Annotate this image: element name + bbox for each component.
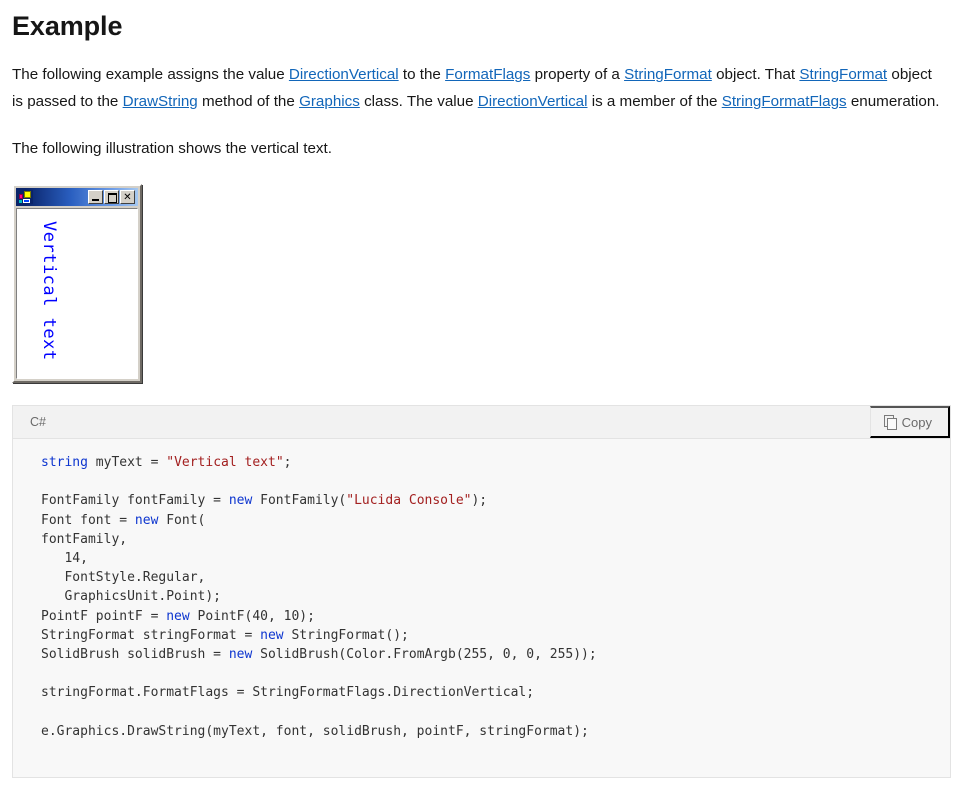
code-block: C# Copy string myText = "Vertical text";… [12, 405, 951, 779]
doc-link[interactable]: FormatFlags [445, 66, 530, 83]
application-icon [18, 190, 33, 204]
code-keyword: new [134, 512, 159, 528]
code-keyword: new [260, 627, 284, 643]
paragraph-text: The following example assigns the value [12, 66, 289, 83]
code-keyword: string [41, 455, 88, 470]
paragraph-text: method of the [197, 93, 300, 110]
code-plain: ); [471, 493, 488, 509]
code-plain: 14, [41, 551, 88, 567]
code-plain: myText = [87, 455, 167, 470]
maximize-icon[interactable] [104, 190, 119, 204]
documentation-page: Example The following example assigns th… [0, 9, 963, 787]
code-plain: FontStyle.Regular, [41, 570, 206, 586]
page-title: Example [12, 11, 123, 41]
code-plain: StringFormat stringFormat = [41, 627, 261, 643]
code-plain: e.Graphics.DrawString(myText, font, soli… [41, 723, 589, 739]
paragraph-text: class. The value [359, 93, 478, 110]
code-block-header: C# Copy [13, 406, 950, 439]
code-body[interactable]: string myText = "Vertical text"; FontFam… [13, 439, 950, 778]
code-plain: FontFamily fontFamily = [41, 493, 229, 509]
code-plain: GraphicsUnit.Point); [41, 589, 222, 605]
illustration-caption: The following illustration shows the ver… [12, 140, 332, 157]
code-keyword: new [228, 647, 253, 663]
code-string: "Vertical text" [166, 455, 284, 470]
code-string: "Lucida Console" [346, 493, 472, 509]
illustration: ✕ Vertical text [12, 184, 951, 383]
paragraph-text: to the [398, 66, 446, 83]
doc-link[interactable]: Graphics [299, 93, 360, 110]
code-plain: FontFamily( [252, 493, 347, 509]
doc-link[interactable]: StringFormatFlags [722, 93, 847, 110]
code-plain: SolidBrush(Color.FromArgb(255, 0, 0, 255… [252, 647, 597, 663]
paragraph-text: property of a [530, 66, 625, 83]
copy-icon [883, 415, 897, 430]
code-plain: PointF pointF = [41, 608, 167, 624]
doc-link[interactable]: DirectionVertical [289, 66, 399, 83]
doc-link[interactable]: DrawString [123, 93, 198, 110]
code-plain: PointF(40, 10); [189, 608, 315, 624]
intro-paragraph: The following example assigns the value … [12, 61, 942, 115]
code-keyword: new [166, 608, 190, 624]
vertical-text-sample: Vertical text [39, 221, 59, 361]
code-plain: ; [283, 455, 292, 470]
code-plain: Font( [158, 512, 206, 528]
code-plain: SolidBrush solidBrush = [41, 647, 229, 663]
doc-link[interactable]: DirectionVertical [478, 93, 588, 110]
doc-link[interactable]: StringFormat [799, 66, 887, 83]
close-icon[interactable]: ✕ [120, 190, 135, 204]
window-titlebar: ✕ [16, 188, 138, 206]
code-plain: fontFamily, [41, 531, 128, 547]
minimize-icon[interactable] [88, 190, 103, 204]
code-plain: stringFormat.FormatFlags = StringFormatF… [41, 685, 535, 701]
code-keyword: new [228, 493, 253, 509]
copy-button-label: Copy [901, 414, 932, 430]
form-canvas: Vertical text [16, 208, 138, 379]
copy-button[interactable]: Copy [869, 406, 950, 438]
paragraph-text: object. That [711, 66, 800, 83]
window-controls: ✕ [88, 190, 136, 204]
windows-form-screenshot: ✕ Vertical text [12, 184, 142, 383]
paragraph-text: is a member of the [587, 93, 722, 110]
code-plain: Font font = [41, 512, 135, 528]
paragraph-text: enumeration. [846, 93, 940, 110]
code-content: string myText = "Vertical text"; FontFam… [13, 453, 950, 741]
doc-link[interactable]: StringFormat [624, 66, 712, 83]
code-language-label: C# [30, 415, 46, 429]
code-plain: StringFormat(); [283, 627, 409, 643]
